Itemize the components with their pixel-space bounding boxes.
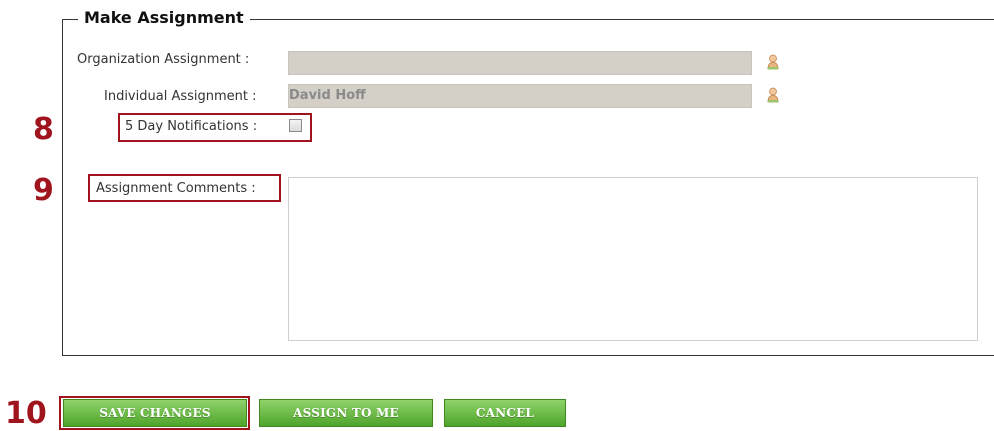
org-assignment-label: Organization Assignment : — [77, 52, 250, 67]
cancel-button[interactable]: CANCEL — [444, 399, 566, 427]
callout-number-8: 8 — [33, 112, 54, 147]
callout-box-save — [59, 396, 250, 430]
callout-number-10: 10 — [5, 396, 47, 431]
person-icon[interactable] — [767, 87, 779, 103]
callout-box-notifications — [118, 113, 312, 142]
comments-textarea[interactable] — [288, 177, 978, 341]
fieldset-legend: Make Assignment — [78, 7, 250, 29]
person-icon[interactable] — [767, 54, 779, 70]
callout-number-9: 9 — [33, 173, 54, 208]
assign-to-me-button[interactable]: ASSIGN TO ME — [259, 399, 433, 427]
individual-assignment-label: Individual Assignment : — [104, 89, 257, 104]
callout-box-comments — [88, 174, 281, 202]
individual-assignment-field[interactable]: David Hoff — [288, 84, 752, 108]
org-assignment-field[interactable] — [288, 51, 752, 75]
